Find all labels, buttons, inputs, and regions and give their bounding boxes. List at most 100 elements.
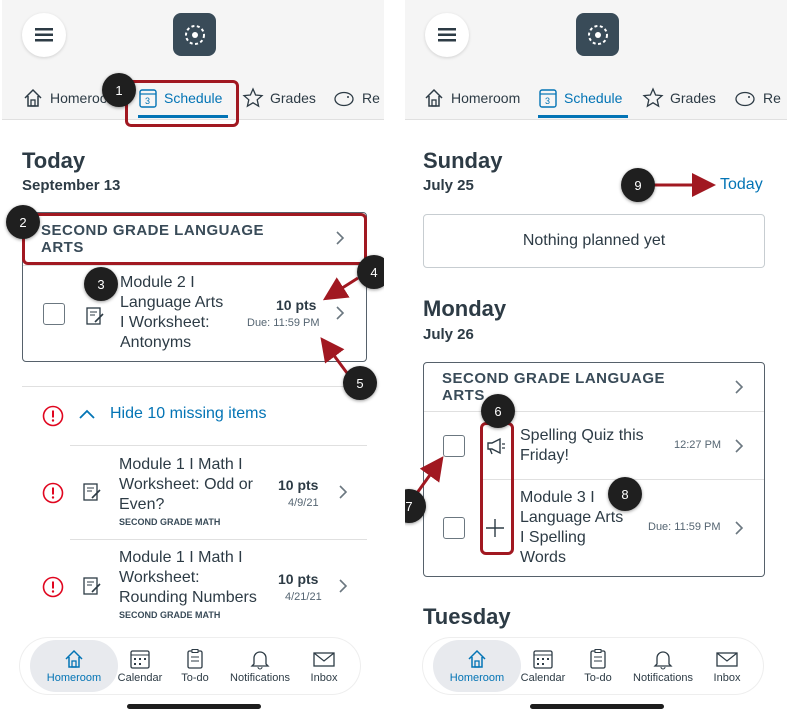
nav-homeroom[interactable]: Homeroom (441, 638, 513, 694)
divider (23, 265, 365, 266)
item-checkbox[interactable] (43, 303, 65, 325)
tab-schedule-label: Schedule (564, 90, 623, 106)
tab-resources-label: Re (362, 90, 380, 106)
piggy-bank-icon (735, 91, 755, 107)
missing-title-line2: Worksheet: Odd or (119, 476, 253, 493)
chevron-right-icon[interactable] (338, 484, 348, 505)
tab-grades[interactable]: Grades (242, 78, 316, 118)
tab-bar: Homeroom 3 Schedule Grades Re (405, 78, 787, 118)
date-heading: July 25 (423, 177, 474, 194)
course-card: SECOND GRADE LANGUAGE ARTS Spelling Quiz… (423, 362, 765, 577)
assignment-icon (82, 576, 102, 601)
chevron-right-icon[interactable] (734, 520, 744, 541)
nav-homeroom-label: Homeroom (449, 672, 505, 684)
item-title[interactable]: Spelling Quiz this Friday! (520, 426, 644, 466)
date-heading: July 26 (423, 326, 474, 343)
hide-missing-toggle[interactable]: Hide 10 missing items (78, 405, 267, 423)
missing-alert-icon (42, 405, 64, 432)
nav-homeroom-label: Homeroom (46, 672, 102, 684)
hamburger-icon (438, 28, 456, 42)
home-icon (468, 649, 486, 668)
mail-icon (313, 652, 335, 667)
missing-points: 10 pts (278, 477, 319, 493)
clipboard-icon (187, 649, 203, 669)
nav-todo[interactable]: To-do (172, 638, 218, 694)
item-title-line2: Language Arts (520, 509, 624, 526)
home-icon (425, 88, 443, 107)
tab-grades-label: Grades (270, 90, 316, 106)
item-title[interactable]: Module 3 I Language Arts I Spelling Word… (520, 488, 623, 568)
missing-alert-icon (42, 576, 64, 603)
callout-9: 9 (621, 168, 655, 202)
item-due: Due: 11:59 PM (648, 521, 721, 533)
item-title-line1: Spelling Quiz this (520, 427, 644, 444)
chevron-right-icon[interactable] (335, 305, 345, 326)
callout-3: 3 (84, 267, 118, 301)
nothing-planned-box: Nothing planned yet (423, 214, 765, 268)
nav-notifications[interactable]: Notifications (224, 638, 296, 694)
nav-homeroom[interactable]: Homeroom (38, 638, 110, 694)
nav-notifications-label: Notifications (230, 672, 290, 684)
callout-1: 1 (102, 73, 136, 107)
canvas-logo-icon (184, 24, 205, 45)
assignment-icon (85, 306, 105, 331)
nav-calendar[interactable]: Calendar (515, 638, 571, 694)
missing-alert-icon (42, 482, 64, 509)
highlight-box (125, 80, 239, 127)
tab-grades[interactable]: Grades (642, 78, 716, 118)
item-title-line2: Language Arts (120, 294, 224, 311)
tab-homeroom[interactable]: Homeroom (423, 78, 520, 118)
hide-missing-label: Hide 10 missing items (110, 405, 267, 422)
right-screen: Homeroom 3 Schedule Grades Re Sunday Jul… (405, 0, 787, 725)
tab-grades-label: Grades (670, 90, 716, 106)
missing-course: SECOND GRADE MATH (119, 517, 221, 527)
day-heading: Monday (423, 296, 507, 321)
tab-schedule[interactable]: 3 Schedule (538, 78, 628, 118)
callout-4: 4 (357, 255, 384, 289)
nav-todo[interactable]: To-do (575, 638, 621, 694)
item-checkbox[interactable] (443, 517, 465, 539)
divider (70, 539, 367, 540)
home-indicator (127, 704, 261, 709)
item-title[interactable]: Module 2 I Language Arts I Worksheet: An… (120, 273, 223, 353)
day-heading: Sunday (423, 148, 503, 173)
tab-resources[interactable]: Re (733, 78, 781, 118)
nav-calendar[interactable]: Calendar (112, 638, 168, 694)
nav-inbox[interactable]: Inbox (705, 638, 749, 694)
item-title-line4: Antonyms (120, 334, 192, 351)
nav-inbox-label: Inbox (713, 672, 741, 684)
tab-homeroom[interactable]: Homeroom (22, 78, 106, 118)
bottom-nav: Homeroom Calendar To-do Notifications In… (423, 638, 763, 694)
chevron-right-icon[interactable] (338, 578, 348, 599)
tab-resources[interactable]: Re (332, 78, 380, 118)
nav-inbox[interactable]: Inbox (302, 638, 346, 694)
day-heading: Tuesday (423, 604, 511, 629)
nav-todo-label: To-do (181, 672, 209, 684)
item-title-line4: Words (520, 549, 566, 566)
divider (424, 411, 764, 412)
svg-text:3: 3 (545, 96, 550, 106)
star-icon (242, 87, 264, 108)
menu-button[interactable] (22, 13, 66, 57)
nav-notifications[interactable]: Notifications (627, 638, 699, 694)
today-link[interactable]: Today (720, 176, 763, 194)
home-indicator (530, 704, 664, 709)
day-heading: Today (22, 148, 86, 173)
bottom-nav: Homeroom Calendar To-do Notifications In… (20, 638, 360, 694)
nav-notifications-label: Notifications (633, 672, 693, 684)
chevron-right-icon[interactable] (734, 438, 744, 459)
date-heading: September 13 (22, 177, 121, 194)
item-title-line3: I Worksheet: (120, 314, 210, 331)
missing-date: 4/9/21 (288, 497, 319, 509)
tab-homeroom-label: Homeroom (50, 90, 106, 106)
tab-homeroom-label: Homeroom (451, 90, 521, 106)
course-header[interactable]: SECOND GRADE LANGUAGE ARTS (442, 370, 665, 404)
item-time: 12:27 PM (674, 439, 722, 451)
item-title-line3: I Spelling (520, 529, 586, 546)
mail-icon (716, 652, 738, 667)
chevron-up-icon (79, 409, 95, 419)
chevron-right-icon[interactable] (734, 379, 744, 400)
item-checkbox[interactable] (443, 435, 465, 457)
star-icon (642, 87, 664, 108)
menu-button[interactable] (425, 13, 469, 57)
